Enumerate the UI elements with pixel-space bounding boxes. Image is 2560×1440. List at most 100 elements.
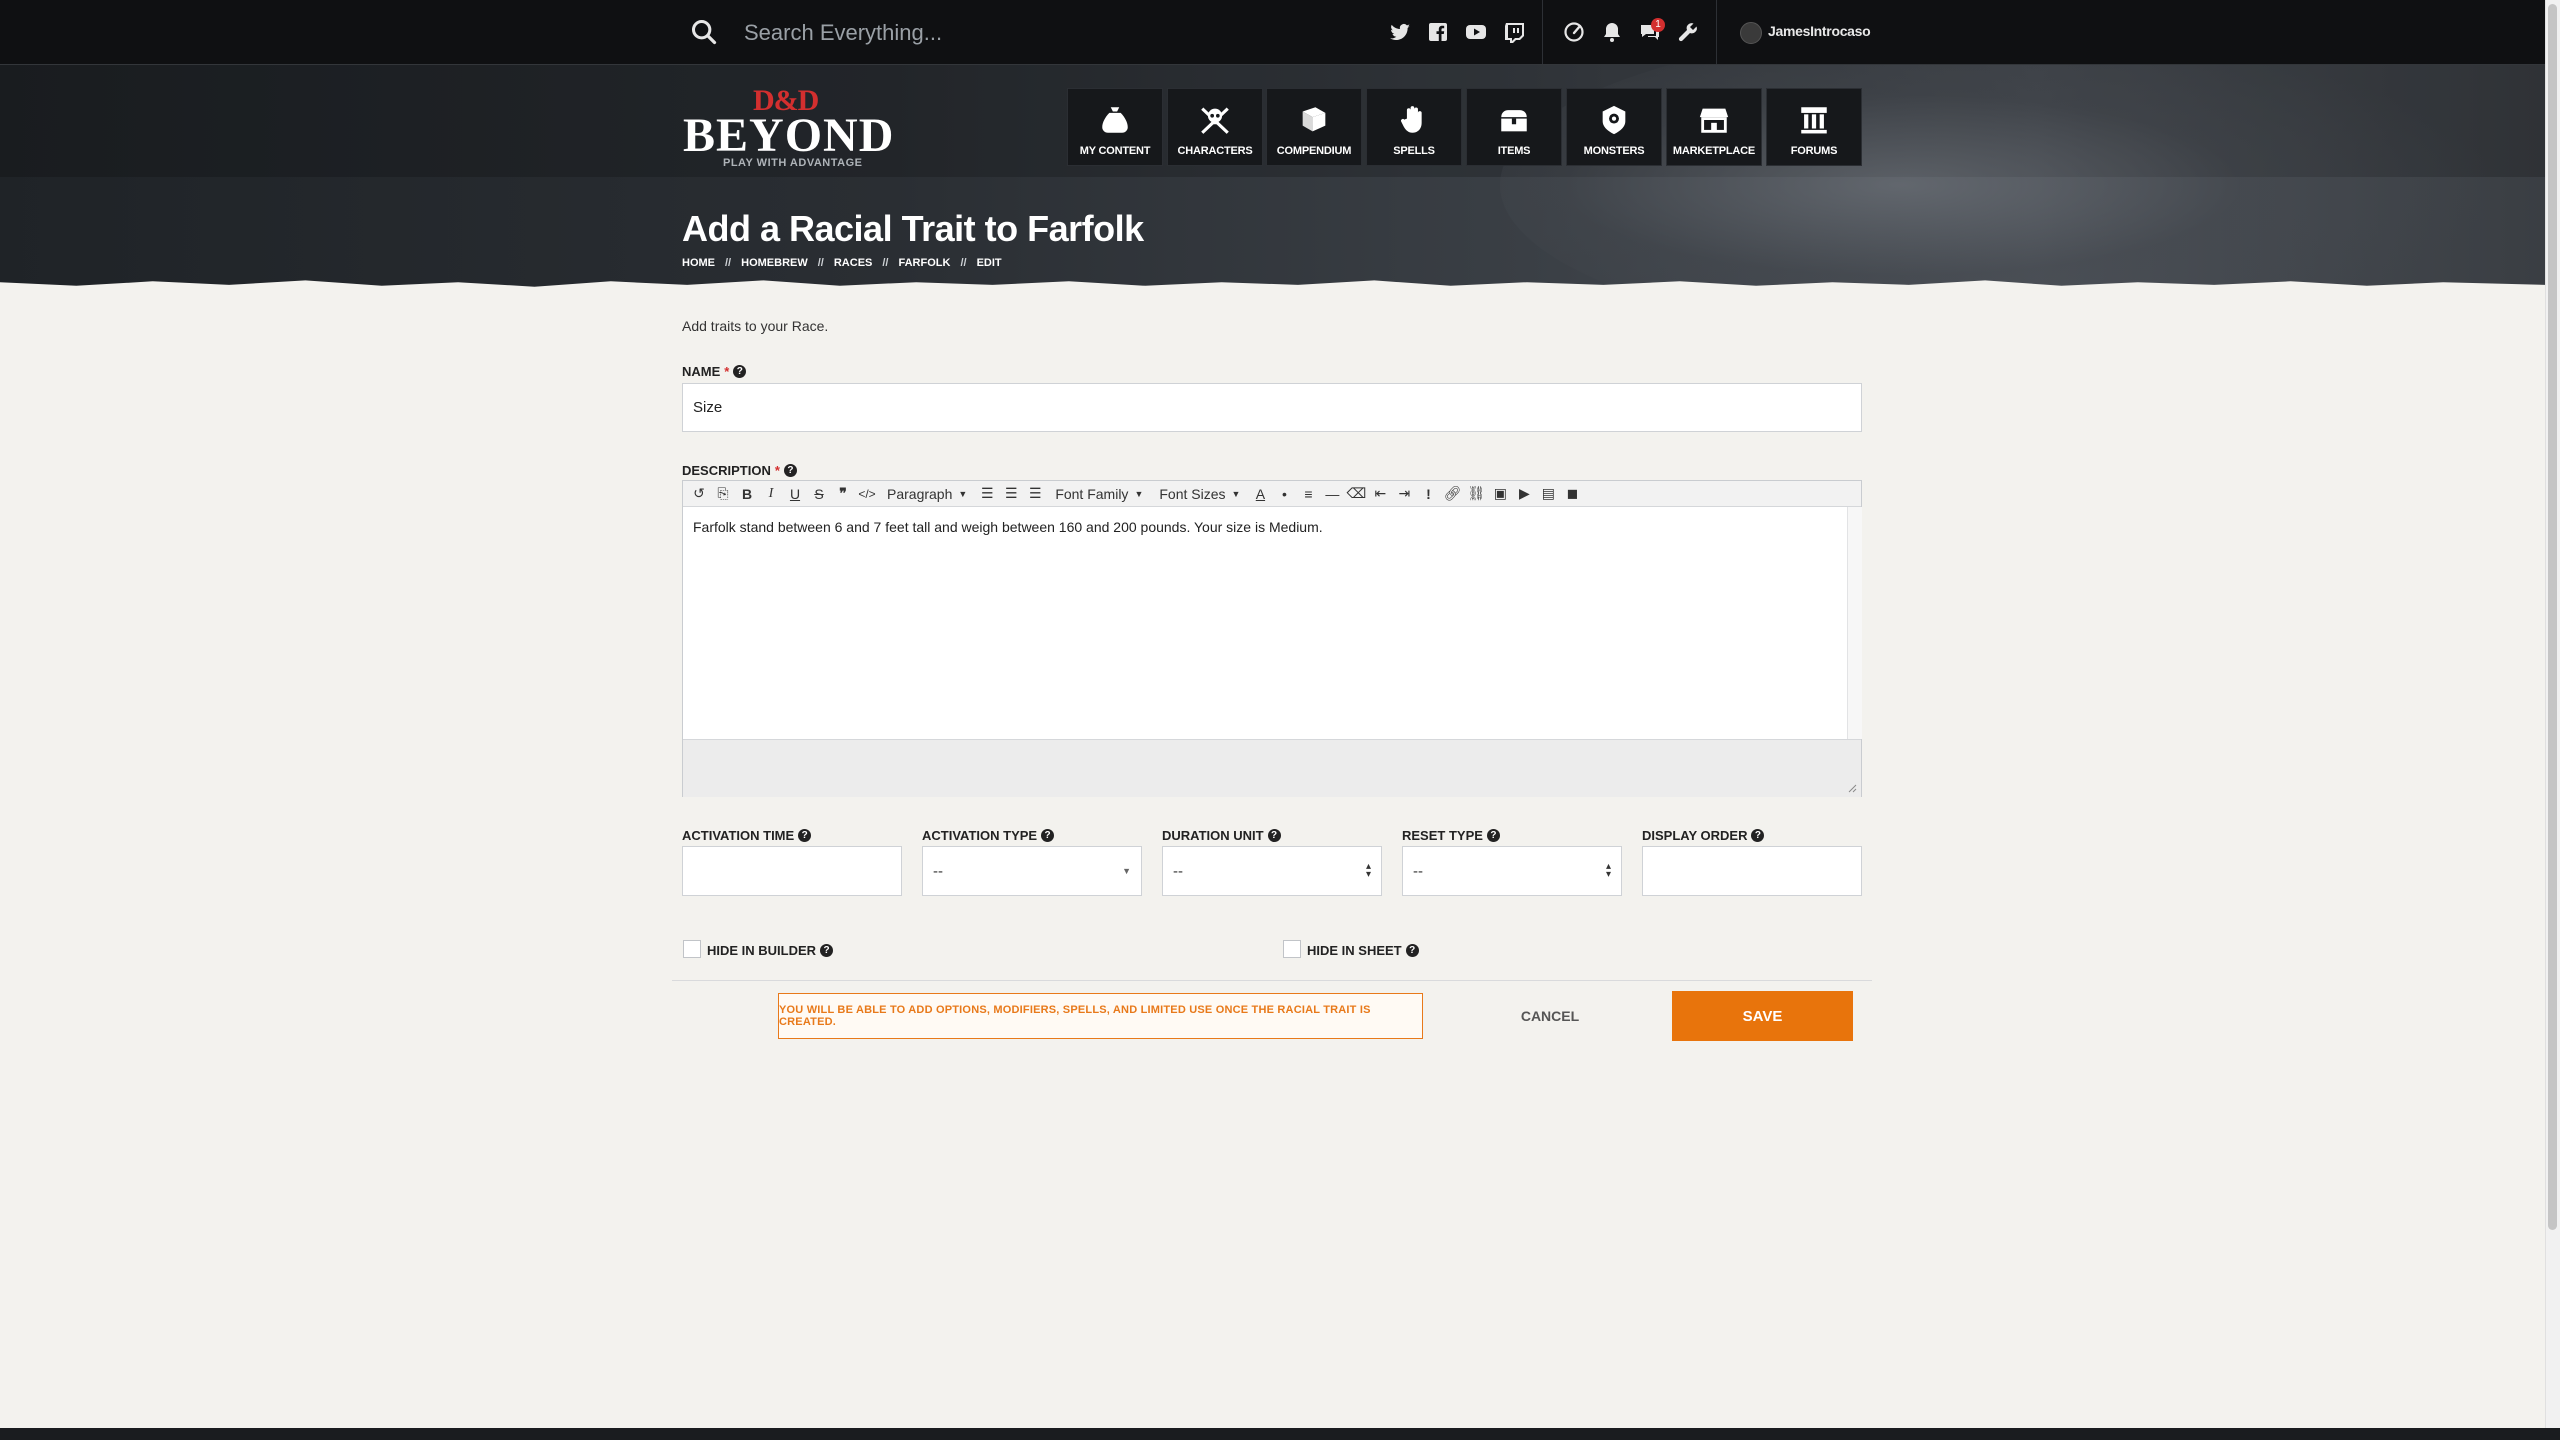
twitter-icon[interactable] [1388, 20, 1412, 44]
bold-icon[interactable]: B [735, 483, 759, 505]
document-icon[interactable]: ▤ [1536, 483, 1560, 505]
unlink-icon[interactable]: ⛓︎ [1464, 483, 1488, 505]
nav-characters[interactable]: CHARACTERS [1167, 88, 1263, 166]
notification-badge: 1 [1651, 18, 1665, 32]
monster-icon [1602, 105, 1626, 135]
hide-in-builder-checkbox[interactable] [683, 940, 701, 958]
align-left-icon[interactable]: ☰ [975, 483, 999, 505]
help-icon[interactable]: ? [820, 944, 834, 957]
username[interactable]: JamesIntrocaso [1768, 23, 1871, 39]
clear-format-icon[interactable]: ⌫ [1344, 483, 1368, 505]
help-icon[interactable]: ? [798, 829, 812, 842]
twitch-icon[interactable] [1502, 20, 1526, 44]
font-family-dropdown[interactable]: Font Family ▼ [1047, 486, 1151, 502]
youtube-icon[interactable] [1464, 20, 1488, 44]
cancel-button[interactable]: CANCEL [1490, 993, 1610, 1039]
activation-type-label-text: ACTIVATION TYPE [922, 828, 1038, 843]
source-code-icon[interactable]: ◼ [1560, 483, 1584, 505]
editor-statusbar [683, 739, 1861, 797]
nav-forums[interactable]: FORUMS [1766, 88, 1862, 166]
font-sizes-dropdown[interactable]: Font Sizes ▼ [1151, 486, 1248, 502]
indent-icon[interactable]: ⇥ [1392, 483, 1416, 505]
help-icon[interactable]: ? [733, 365, 747, 378]
divider [1542, 0, 1543, 64]
resize-handle-icon[interactable] [1847, 783, 1857, 793]
wrench-icon[interactable] [1676, 20, 1700, 44]
video-icon[interactable]: ▶ [1512, 483, 1536, 505]
name-input[interactable] [682, 383, 1862, 432]
undo-icon[interactable]: ↺ [687, 483, 711, 505]
hide-in-builder-label-text: HIDE IN BUILDER [707, 943, 817, 958]
hide-in-sheet-checkbox[interactable] [1283, 940, 1301, 958]
nav-label: ITEMS [1497, 145, 1531, 157]
nav-label: CHARACTERS [1177, 145, 1253, 157]
breadcrumb-home[interactable]: HOME [682, 257, 715, 269]
search-icon[interactable] [690, 18, 718, 46]
display-order-label-text: DISPLAY ORDER [1642, 828, 1748, 843]
breadcrumb-races[interactable]: RACES [834, 257, 873, 269]
paragraph-dropdown[interactable]: Paragraph ▼ [879, 486, 975, 502]
blockquote-icon[interactable]: ❞ [831, 483, 855, 505]
description-text[interactable]: Farfolk stand between 6 and 7 feet tall … [693, 519, 1323, 535]
search-input[interactable] [742, 14, 1266, 52]
help-icon[interactable]: ? [1405, 944, 1419, 957]
outdent-icon[interactable]: ⇤ [1368, 483, 1392, 505]
hide-in-sheet-label: HIDE IN SHEET? [1307, 943, 1419, 958]
reset-type-select[interactable]: -- ▴ ▾ [1402, 846, 1622, 896]
help-icon[interactable]: ? [1486, 829, 1500, 842]
editor-scrollbar[interactable] [1847, 507, 1862, 739]
image-icon[interactable]: ▣ [1488, 483, 1512, 505]
help-icon[interactable]: ? [1041, 829, 1055, 842]
duration-unit-select[interactable]: -- ▴ ▾ [1162, 846, 1382, 896]
reset-type-value: -- [1413, 862, 1423, 880]
help-icon[interactable]: ? [1751, 829, 1765, 842]
bell-icon[interactable] [1600, 20, 1624, 44]
activation-time-input[interactable] [682, 846, 902, 896]
breadcrumb-farfolk[interactable]: FARFOLK [899, 257, 951, 269]
nav-marketplace[interactable]: MARKETPLACE [1666, 88, 1762, 166]
code-icon[interactable]: </> [855, 483, 879, 505]
exclamation-icon[interactable]: ! [1416, 483, 1440, 505]
speedometer-icon[interactable] [1562, 20, 1586, 44]
strikethrough-icon[interactable]: S [807, 483, 831, 505]
avatar[interactable] [1740, 22, 1762, 44]
nav-items[interactable]: ITEMS [1466, 88, 1562, 166]
page-scrollbar-thumb[interactable] [2548, 4, 2557, 1230]
rich-text-editor[interactable]: ↺ ⎘ B I U S ❞ </> Paragraph ▼ ☰ ☰ ☰ Font … [682, 480, 1862, 797]
breadcrumb-edit[interactable]: EDIT [977, 257, 1002, 269]
activation-type-label: ACTIVATION TYPE? [922, 828, 1055, 843]
reset-type-label: RESET TYPE? [1402, 828, 1500, 843]
logo-beyond[interactable]: BEYOND [683, 108, 894, 163]
display-order-input[interactable] [1642, 846, 1862, 896]
underline-icon[interactable]: U [783, 483, 807, 505]
required-mark: * [774, 463, 780, 478]
nav-my-content[interactable]: MY CONTENT [1067, 88, 1163, 166]
chevron-down-icon: ▼ [1122, 866, 1131, 876]
bullet-list-icon[interactable]: • [1272, 483, 1296, 505]
nav-compendium[interactable]: COMPENDIUM [1266, 88, 1362, 166]
activation-time-label-text: ACTIVATION TIME [682, 828, 795, 843]
paste-icon[interactable]: ⎘ [711, 483, 735, 505]
breadcrumb: HOME // HOMEBREW // RACES // FARFOLK // … [682, 257, 1002, 269]
nav-label: FORUMS [1790, 145, 1838, 157]
form-divider [672, 980, 1872, 981]
numbered-list-icon[interactable]: ≡ [1296, 483, 1320, 505]
help-icon[interactable]: ? [783, 464, 797, 477]
link-icon[interactable]: 🔗︎ [1440, 483, 1464, 505]
nav-monsters[interactable]: MONSTERS [1566, 88, 1662, 166]
nav-spells[interactable]: SPELLS [1366, 88, 1462, 166]
align-center-icon[interactable]: ☰ [999, 483, 1023, 505]
breadcrumb-homebrew[interactable]: HOMEBREW [741, 257, 808, 269]
facebook-icon[interactable] [1426, 20, 1450, 44]
help-icon[interactable]: ? [1267, 829, 1281, 842]
pillar-icon [1801, 107, 1827, 134]
activation-type-select[interactable]: -- ▼ [922, 846, 1142, 896]
display-order-label: DISPLAY ORDER? [1642, 828, 1765, 843]
text-color-icon[interactable]: A [1248, 483, 1272, 505]
align-right-icon[interactable]: ☰ [1023, 483, 1047, 505]
save-button[interactable]: SAVE [1672, 991, 1853, 1041]
reset-type-label-text: RESET TYPE [1402, 828, 1483, 843]
hand-icon [1400, 106, 1422, 133]
horizontal-rule-icon[interactable]: — [1320, 483, 1344, 505]
italic-icon[interactable]: I [759, 483, 783, 505]
